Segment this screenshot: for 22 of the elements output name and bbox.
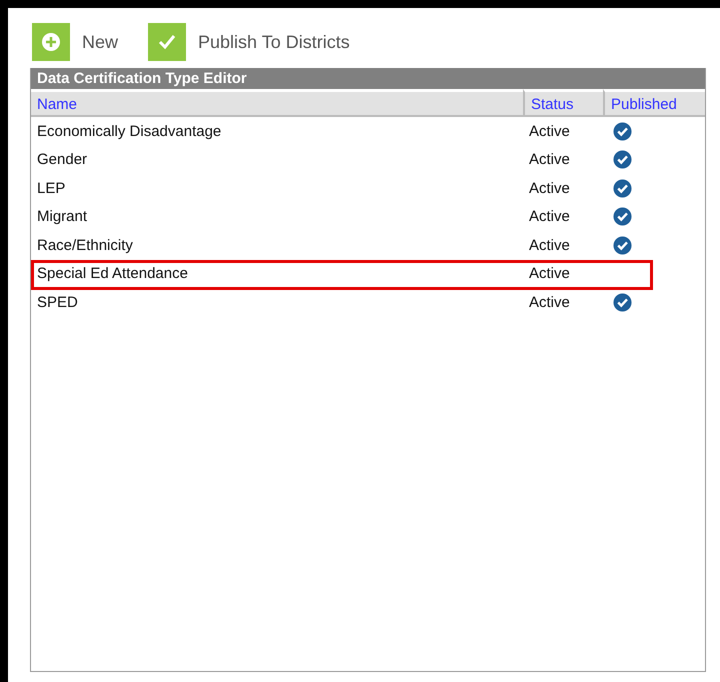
status-cell-text: Active — [528, 178, 571, 199]
name-cell-text: LEP — [36, 178, 66, 199]
column-header[interactable]: Published — [603, 89, 705, 117]
status-cell-text: Active — [528, 150, 571, 170]
status-cell-text: Active — [528, 236, 571, 256]
status-cell-text: Active — [528, 122, 571, 142]
status-cell-text: Active — [528, 292, 571, 313]
status-cell-text: Active — [528, 264, 571, 284]
name-cell-text: Race/Ethnicity — [36, 236, 134, 256]
panel-title: Data Certification Type Editor — [31, 68, 705, 89]
name-cell: Special Ed Attendance — [31, 260, 523, 288]
name-cell-text: Economically Disadvantage — [36, 122, 222, 142]
name-cell-text: SPED — [36, 292, 79, 313]
checkmark-icon — [157, 33, 178, 51]
name-cell-text: Gender — [36, 150, 88, 170]
column-header[interactable]: Name — [31, 89, 523, 117]
new-button[interactable]: New — [32, 23, 118, 61]
plus-circle-icon — [41, 32, 61, 52]
status-cell-text: Active — [528, 207, 571, 228]
publish-button[interactable]: Publish To Districts — [148, 23, 350, 61]
column-header[interactable]: Status — [523, 89, 603, 117]
name-cell-text: Migrant — [36, 207, 88, 228]
